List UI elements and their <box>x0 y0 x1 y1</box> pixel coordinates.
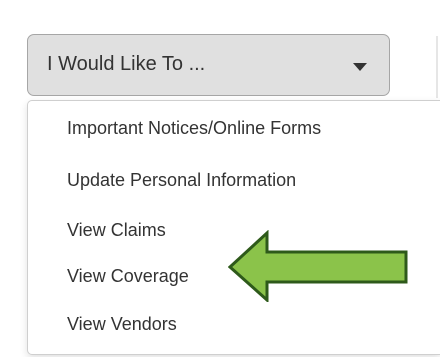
caret-down-icon <box>353 63 367 71</box>
menu-item-view-vendors[interactable]: View Vendors <box>67 314 177 335</box>
dropdown-label: I Would Like To ... <box>47 53 206 75</box>
menu-item-view-claims[interactable]: View Claims <box>67 220 166 241</box>
left-arrow-icon <box>228 230 408 302</box>
page: I Would Like To ... Important Notices/On… <box>0 0 440 357</box>
menu-item-update-personal-information[interactable]: Update Personal Information <box>67 170 296 191</box>
i-would-like-to-dropdown[interactable]: I Would Like To ... <box>27 34 390 96</box>
menu-item-important-notices-online-forms[interactable]: Important Notices/Online Forms <box>67 118 321 139</box>
menu-item-view-coverage[interactable]: View Coverage <box>67 266 189 287</box>
adjacent-panel-edge <box>436 36 438 98</box>
dropdown-menu: Important Notices/Online Forms Update Pe… <box>27 100 440 355</box>
